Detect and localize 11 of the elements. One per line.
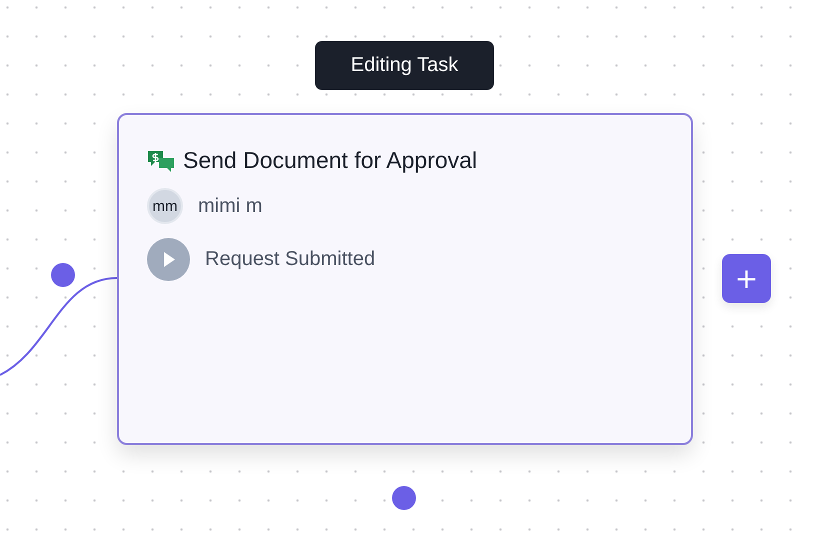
assignee-name: mimi m [198,194,262,218]
task-card[interactable]: Send Document for Approval mm mimi m Request Submitted [117,113,693,445]
money-chat-icon [147,150,175,172]
status-text: Request Submitted [205,248,376,271]
connection-handle[interactable] [392,486,416,510]
play-icon [147,238,190,281]
user-avatar: mm [147,188,183,224]
connection-handle[interactable] [51,263,75,287]
tooltip: Editing Task [315,41,494,90]
add-button[interactable]: + [722,254,771,303]
task-title: Send Document for Approval [183,147,478,174]
